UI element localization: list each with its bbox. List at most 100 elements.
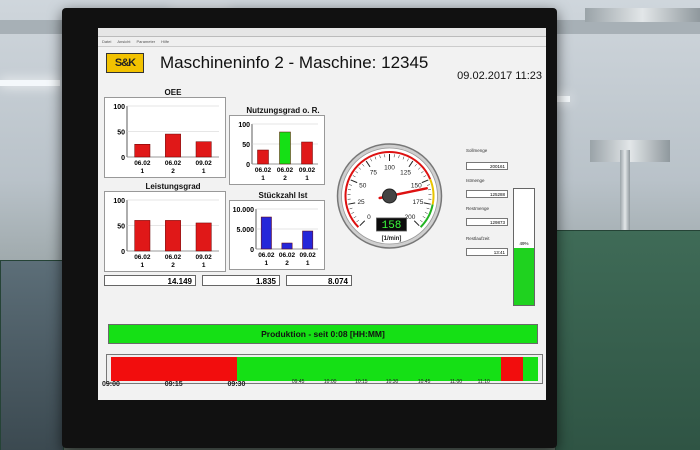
label-istmenge: Istmenge	[466, 178, 485, 183]
y-tick-label: 50	[117, 130, 125, 137]
x-tick-label: 09.02	[196, 254, 213, 261]
y-tick-label: 0	[250, 247, 254, 254]
y-tick-label: 50	[117, 224, 125, 231]
gauge-tick-label: 100	[384, 165, 395, 172]
company-logo: S&K	[106, 53, 144, 73]
timeline-tick-label: 09:45	[291, 379, 305, 385]
chart-title: Stückzahl Ist	[258, 191, 308, 200]
timeline-tick-label: 10:15	[355, 379, 368, 385]
value-box-leistung: 14.149	[104, 275, 196, 286]
bar	[301, 141, 313, 165]
y-tick-label: 0	[121, 155, 125, 162]
progress-bar: 49%	[513, 188, 535, 306]
x-tick-label: 1	[141, 168, 145, 175]
y-tick-label: 0	[121, 249, 125, 256]
bar	[165, 133, 181, 158]
value-sollmenge: 200161	[466, 162, 508, 170]
stueckzahl-chart-svg: 10.0005.000006.02106.02209.021	[233, 207, 318, 267]
timeline-segment	[236, 357, 501, 381]
header: S&K Maschineninfo 2 - Maschine: 12345	[98, 45, 546, 73]
bar	[281, 242, 293, 250]
y-tick-label: 50	[242, 142, 250, 149]
x-tick-label: 1	[261, 175, 265, 182]
gauge-tick-label: 125	[400, 169, 411, 176]
y-tick-label: 100	[238, 122, 250, 129]
speed-gauge: 0 25 50 75 100 125 150 175 200 158 [1/min]	[336, 141, 443, 251]
menu-item[interactable]: Datei	[102, 39, 111, 44]
y-tick-label: 10.000	[233, 207, 255, 214]
timeline-tick-label: 09:15	[164, 381, 183, 388]
timeline-segment	[111, 357, 237, 381]
timeline-tick-label: 10:00	[323, 379, 337, 385]
y-tick-label: 100	[113, 104, 125, 111]
chart-oee: 100 50 0 06.02 1 06.02 2 09.02 1	[104, 97, 226, 178]
x-tick-label: 2	[171, 168, 175, 175]
x-tick-label: 2	[283, 175, 287, 182]
x-tick-label: 1	[202, 168, 206, 175]
gauge-unit: [1/min]	[382, 236, 402, 242]
x-tick-label: 06.02	[279, 252, 296, 259]
value-istmenge: 125288	[466, 190, 508, 198]
timeline-tick-label: 09:00	[102, 381, 120, 388]
x-tick-label: 1	[305, 175, 309, 182]
x-tick-label: 06.02	[134, 254, 151, 261]
timeline-tick-label: 10:45	[417, 379, 431, 385]
x-tick-label: 09.02	[300, 252, 317, 259]
x-tick-label: 1	[306, 260, 310, 267]
timeline-tick-label: 10:30	[385, 379, 399, 385]
label-restmenge: Restmenge	[466, 206, 490, 211]
chart-title: Leistungsgrad	[145, 182, 201, 191]
gauge-hub	[382, 188, 397, 204]
x-tick-label: 1	[141, 262, 145, 269]
ceiling-pipe	[585, 8, 700, 22]
datetime-display: 09.02.2017 11:23	[457, 70, 542, 82]
x-tick-label: 06.02	[277, 167, 294, 174]
x-tick-label: 1	[265, 260, 269, 267]
chart-title: Nutzungsgrad o. R.	[246, 106, 320, 115]
x-tick-label: 06.02	[165, 160, 182, 167]
leistungsgrad-chart-svg: 10050006.02106.02209.021	[113, 198, 219, 269]
label-restlaufzeit: Restlaufzeit	[466, 236, 490, 241]
x-tick-label: 06.02	[134, 160, 151, 167]
x-tick-label: 2	[171, 262, 175, 269]
bar	[302, 230, 314, 250]
value-restmenge: 129873	[466, 218, 508, 226]
y-tick-label: 100	[113, 198, 125, 205]
quantity-panel: Sollmenge 200161 Istmenge 125288 Restmen…	[466, 148, 546, 306]
menu-item[interactable]: Ansicht	[117, 39, 130, 44]
gauge-svg: 0255075100125150175200158[1/min]	[336, 143, 443, 249]
chart-stueckzahl: 10.000 5.000 0 06.02 1 06.02 2 09.02 1	[229, 200, 325, 270]
bar	[257, 149, 269, 165]
gauge-tick-label: 25	[357, 199, 365, 206]
x-tick-label: 1	[202, 262, 206, 269]
x-tick-label: 09.02	[299, 167, 316, 174]
timeline-tick-label: 11:10	[477, 379, 490, 385]
page-title: Maschineninfo 2 - Maschine: 12345	[160, 53, 429, 72]
x-tick-label: 09.02	[196, 160, 213, 167]
bar	[195, 222, 212, 252]
gauge-tick-label: 50	[359, 182, 367, 189]
window-titlebar	[98, 28, 546, 37]
timeline-tick-label: 09:30	[227, 381, 246, 388]
x-tick-label: 06.02	[255, 167, 272, 174]
app-window: Datei Ansicht Parameter Hilfe S&K Maschi…	[98, 28, 546, 400]
progress-fill	[514, 248, 534, 305]
value-box-nutzung: 1.835	[202, 275, 280, 286]
machine-pipe	[590, 140, 670, 162]
x-tick-label: 2	[285, 260, 289, 267]
nutzungsgrad-chart-svg: 10050006.02106.02209.021	[238, 122, 318, 182]
timeline-tick-label: 11:00	[449, 379, 463, 385]
timeline-segment	[500, 357, 523, 381]
progress-percent: 49%	[519, 241, 529, 246]
chart-title: OEE	[164, 88, 182, 97]
bar	[134, 220, 151, 252]
menu-item[interactable]: Hilfe	[161, 39, 169, 44]
gauge-tick-label: 0	[367, 214, 371, 221]
bar	[195, 141, 212, 158]
value-box-stueckzahl: 8.074	[286, 275, 352, 286]
x-tick-label: 06.02	[258, 252, 275, 259]
menu-item[interactable]: Parameter	[136, 39, 155, 44]
value-restlaufzeit: 13:41	[466, 248, 508, 256]
bar	[279, 131, 291, 165]
oee-chart-svg: 10050006.02106.02209.021	[113, 104, 219, 175]
